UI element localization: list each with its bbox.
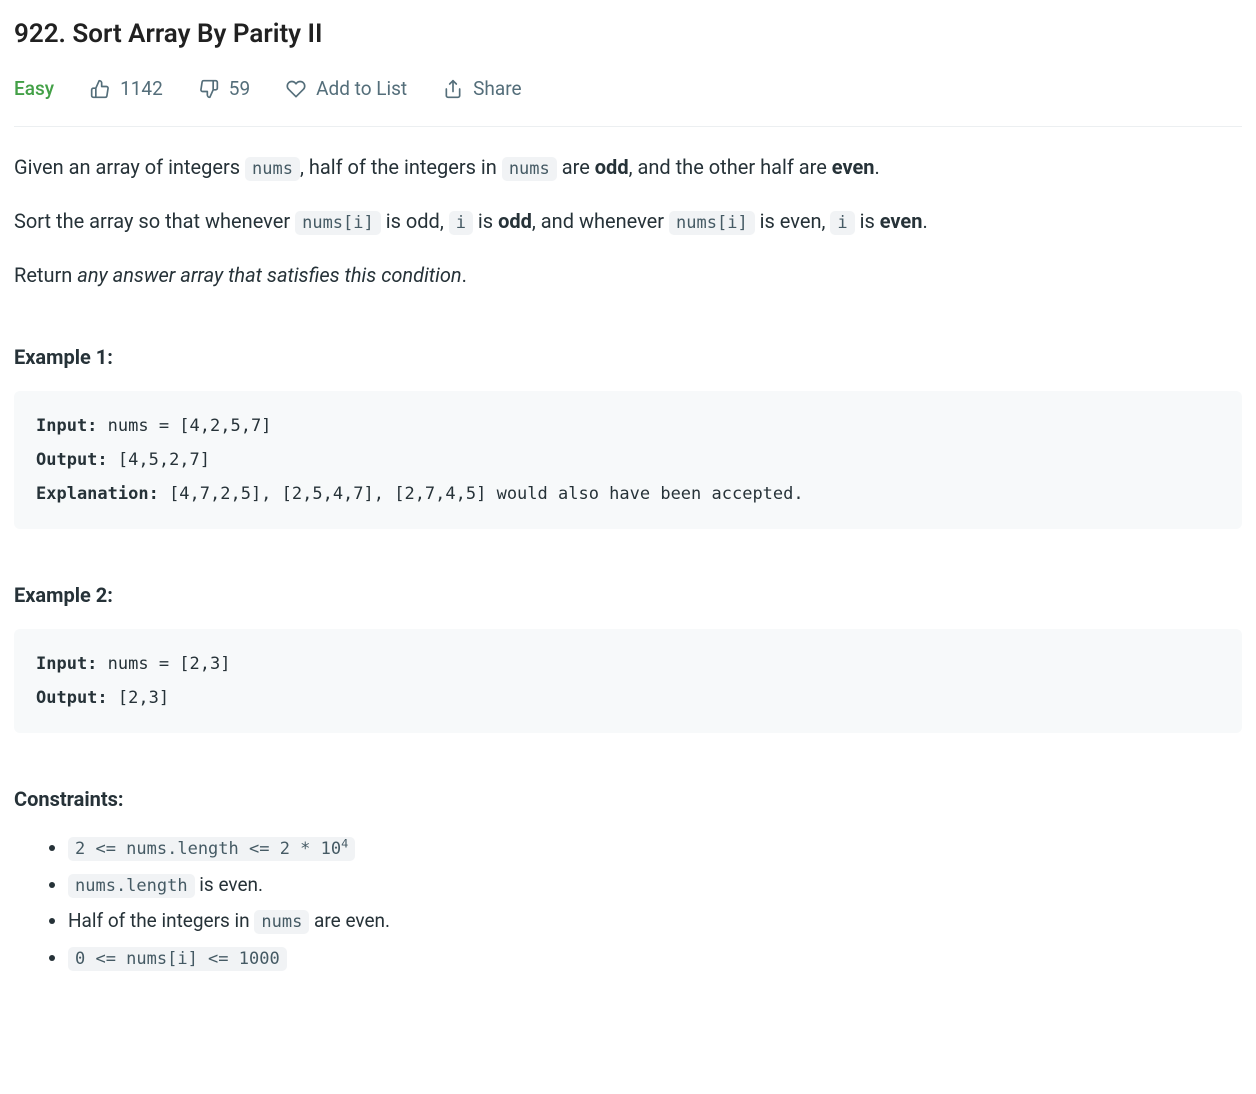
share-icon — [443, 79, 463, 99]
like-count: 1142 — [120, 74, 163, 104]
desc-paragraph-1: Given an array of integers nums, half of… — [14, 151, 1242, 183]
inline-code: 0 <= nums[i] <= 1000 — [68, 947, 287, 971]
inline-code: nums.length — [68, 874, 195, 898]
dislike-count: 59 — [229, 74, 250, 104]
inline-code: 2 <= nums.length <= 2 * 104 — [68, 837, 355, 861]
problem-title: 922. Sort Array By Parity II — [14, 14, 1242, 56]
constraint-item: 0 <= nums[i] <= 1000 — [68, 943, 1242, 973]
inline-code: nums — [502, 157, 557, 181]
thumbs-up-icon — [90, 79, 110, 99]
desc-paragraph-3: Return any answer array that satisfies t… — [14, 259, 1242, 291]
inline-code: i — [449, 211, 473, 235]
inline-code: nums[i] — [669, 211, 755, 235]
constraints-list: 2 <= nums.length <= 2 * 104 nums.length … — [14, 833, 1242, 973]
dislike-button[interactable]: 59 — [199, 74, 250, 104]
thumbs-down-icon — [199, 79, 219, 99]
share-button[interactable]: Share — [443, 74, 521, 104]
example-1-block: Input: nums = [4,2,5,7] Output: [4,5,2,7… — [14, 391, 1242, 529]
constraint-item: Half of the integers in nums are even. — [68, 906, 1242, 936]
meta-row: Easy 1142 59 Add to List Share — [14, 74, 1242, 127]
add-to-list-button[interactable]: Add to List — [286, 74, 407, 104]
problem-description: Given an array of integers nums, half of… — [14, 151, 1242, 291]
inline-code: nums[i] — [295, 211, 381, 235]
example-2-block: Input: nums = [2,3] Output: [2,3] — [14, 629, 1242, 733]
constraints-heading: Constraints: — [14, 783, 1242, 815]
inline-code: nums — [254, 910, 309, 934]
share-label: Share — [473, 74, 521, 104]
example-2-heading: Example 2: — [14, 579, 1242, 611]
inline-code: i — [830, 211, 854, 235]
constraint-item: 2 <= nums.length <= 2 * 104 — [68, 833, 1242, 863]
constraint-item: nums.length is even. — [68, 870, 1242, 900]
desc-paragraph-2: Sort the array so that whenever nums[i] … — [14, 205, 1242, 237]
difficulty-label: Easy — [14, 74, 54, 104]
like-button[interactable]: 1142 — [90, 74, 163, 104]
inline-code: nums — [245, 157, 300, 181]
example-1-heading: Example 1: — [14, 341, 1242, 373]
add-to-list-label: Add to List — [316, 74, 407, 104]
heart-icon — [286, 79, 306, 99]
